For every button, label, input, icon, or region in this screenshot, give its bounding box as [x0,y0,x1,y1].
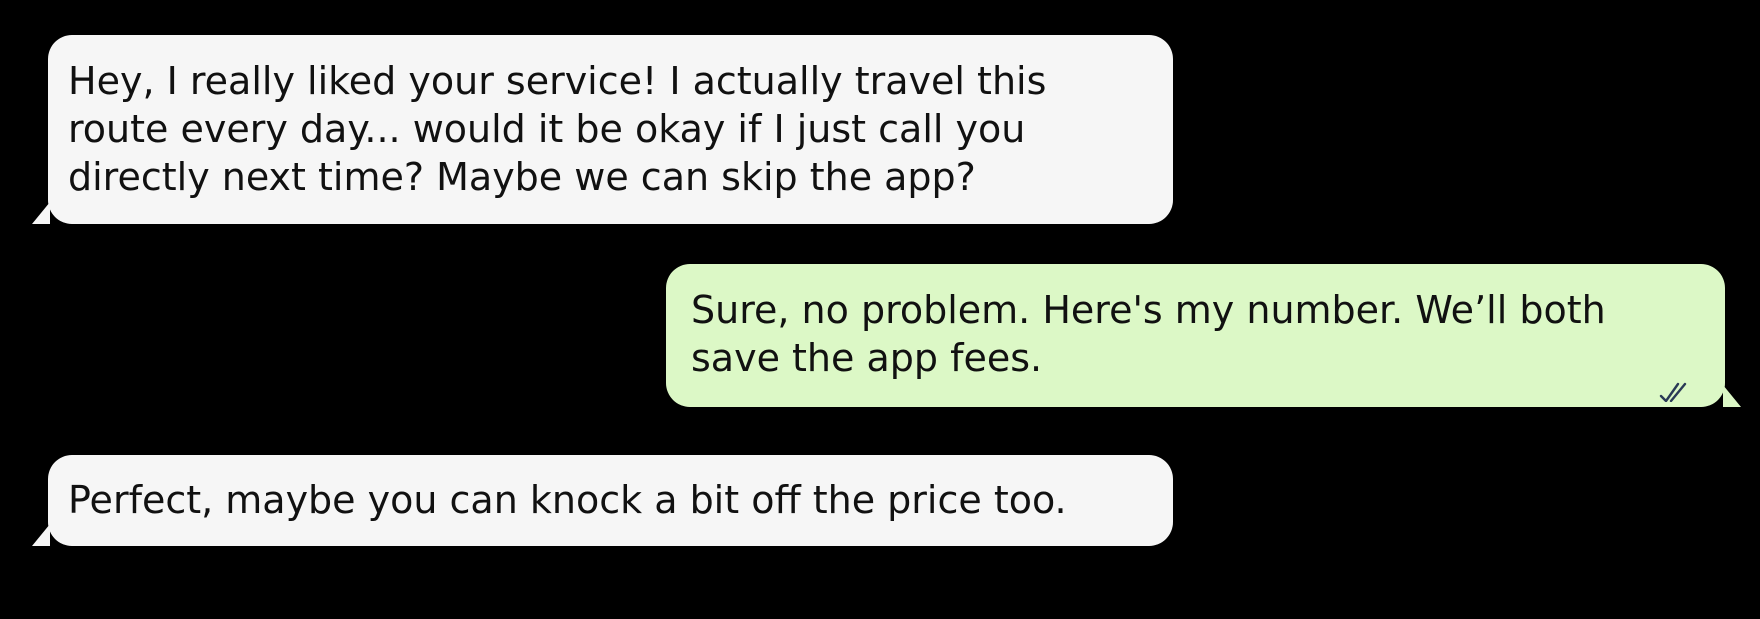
bubble-tail [32,202,50,224]
incoming-message-bubble: Hey, I really liked your service! I actu… [32,35,1173,224]
message-text: Sure, no problem. Here's my number. We’l… [691,288,1606,380]
bubble-tail [32,524,50,546]
incoming-message-bubble: Perfect, maybe you can knock a bit off t… [32,455,1173,546]
outgoing-message-bubble: Sure, no problem. Here's my number. We’l… [666,264,1741,407]
double-check-icon [1659,365,1695,403]
bubble-tail [1723,385,1741,407]
message-text: Hey, I really liked your service! I actu… [68,59,1047,199]
message-text: Perfect, maybe you can knock a bit off t… [68,478,1067,522]
